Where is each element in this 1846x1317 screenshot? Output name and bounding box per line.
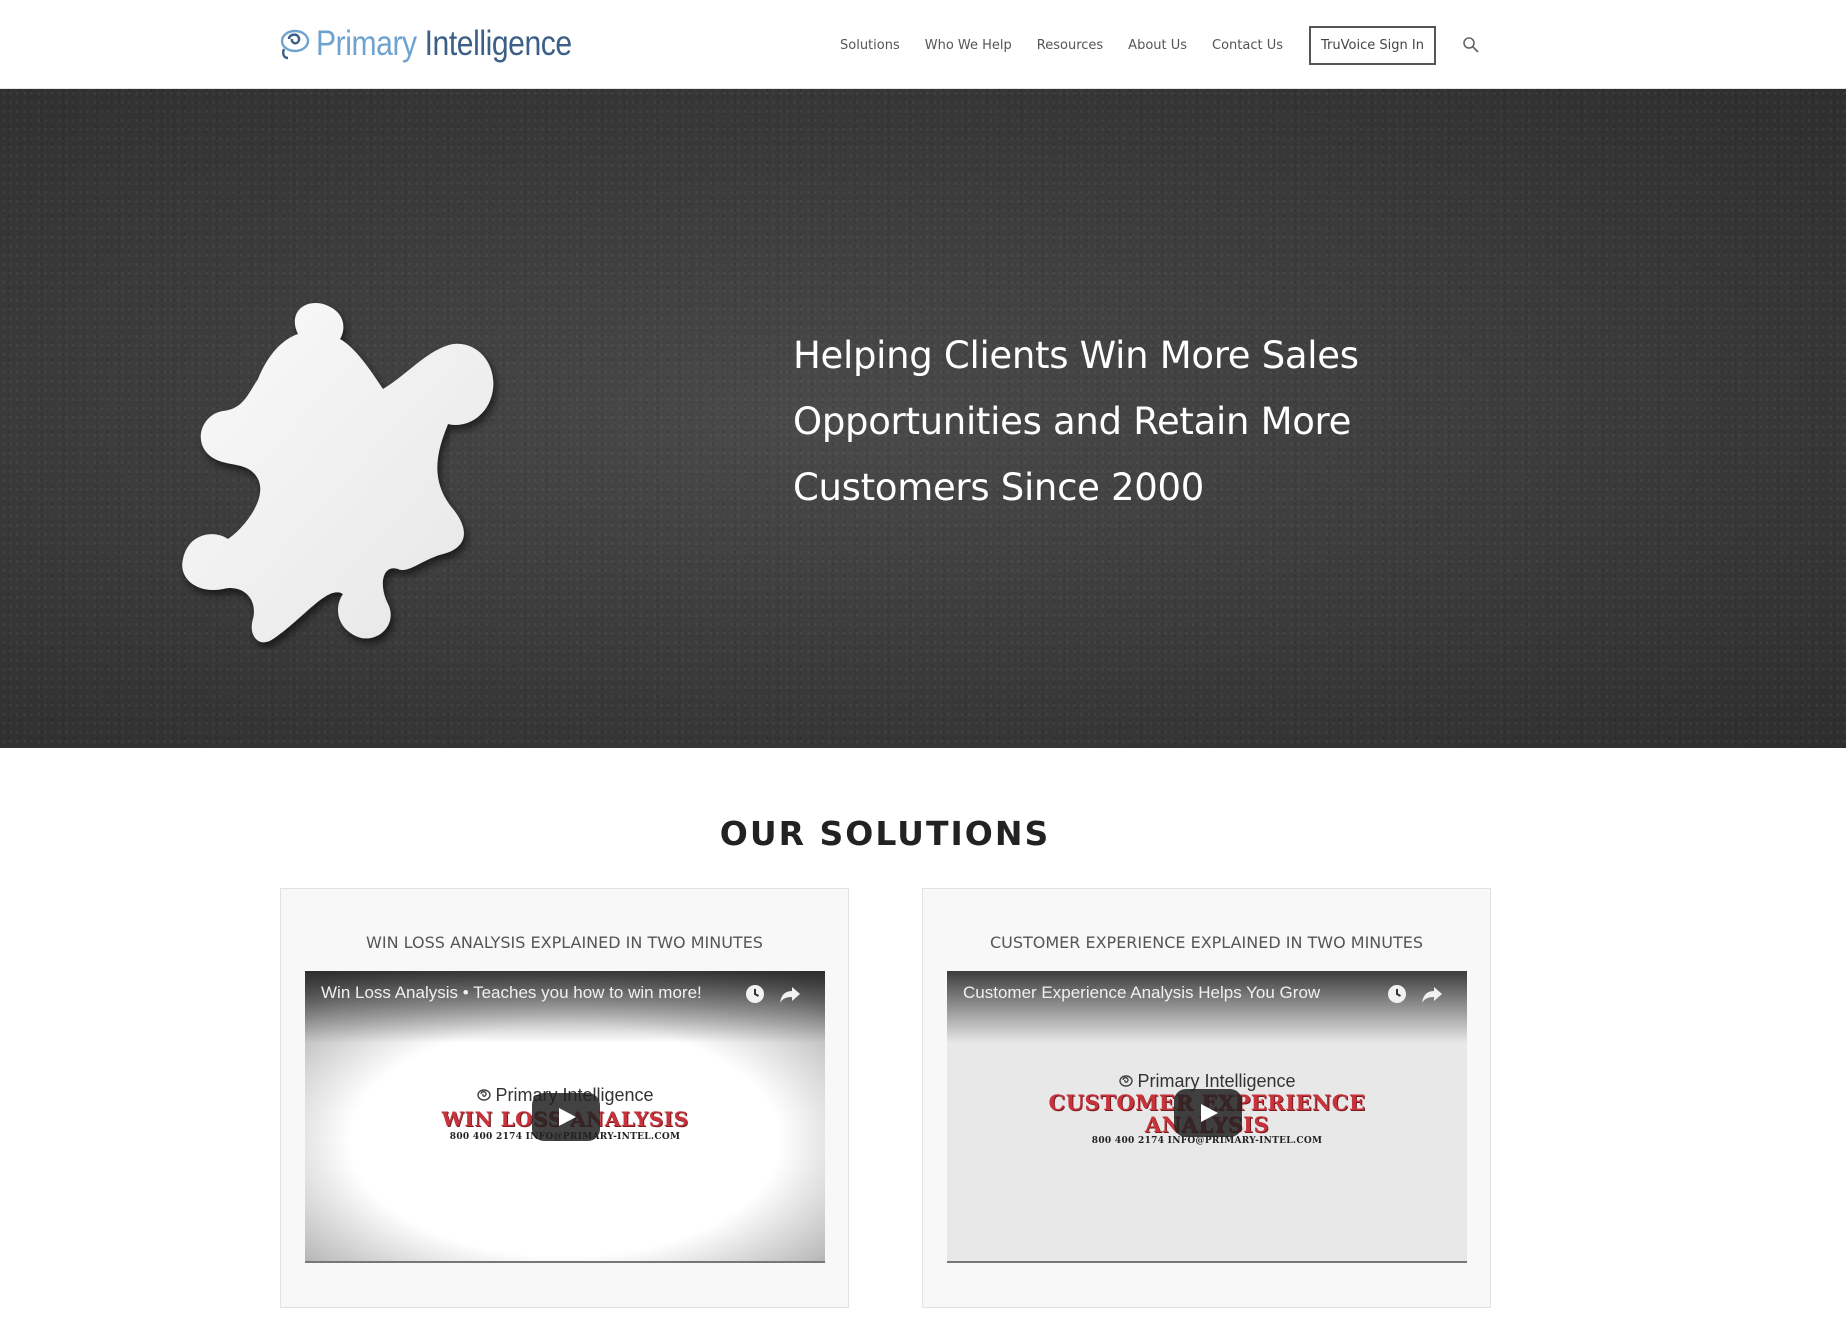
logo[interactable]: Primary Intelligence (278, 22, 613, 66)
solution-card-customer-experience: CUSTOMER EXPERIENCE EXPLAINED IN TWO MIN… (922, 888, 1491, 1308)
puzzle-piece-image (182, 303, 494, 643)
logo-icon (280, 29, 310, 60)
thumb-contact: 800 400 2174 INFO@PRIMARY-INTEL.COM (1091, 1136, 1323, 1146)
card-title: WIN LOSS ANALYSIS EXPLAINED IN TWO MINUT… (366, 933, 763, 952)
logo-text: Primary Intelligence (316, 24, 572, 64)
main-nav: Solutions Who We Help Resources About Us… (840, 24, 1480, 66)
nav-who-we-help[interactable]: Who We Help (925, 38, 1012, 53)
play-button[interactable] (1174, 1089, 1242, 1137)
video-border (947, 1261, 1467, 1263)
hero-headline: Helping Clients Win More Sales Opportuni… (793, 323, 1493, 521)
hero-line-3: Customers Since 2000 (793, 466, 1205, 509)
hero-banner: Helping Clients Win More Sales Opportuni… (0, 89, 1846, 748)
video-title[interactable]: Win Loss Analysis • Teaches you how to w… (321, 983, 702, 1003)
video-top-bar (947, 971, 1467, 1043)
video-top-bar (305, 971, 825, 1043)
share-icon[interactable] (779, 984, 801, 1004)
solution-card-win-loss: WIN LOSS ANALYSIS EXPLAINED IN TWO MINUT… (280, 888, 849, 1308)
video-title[interactable]: Customer Experience Analysis Helps You G… (963, 983, 1320, 1003)
truvoice-signin-button[interactable]: TruVoice Sign In (1309, 25, 1436, 65)
nav-contact-us[interactable]: Contact Us (1212, 38, 1283, 53)
solutions-heading: OUR SOLUTIONS (719, 814, 1051, 853)
brand-logo-icon (477, 1088, 492, 1101)
watch-later-icon[interactable] (745, 984, 765, 1004)
play-button[interactable] (532, 1093, 600, 1141)
video-border (305, 1261, 825, 1263)
brand-logo-icon (1119, 1074, 1134, 1087)
hero-line-1: Helping Clients Win More Sales (793, 334, 1359, 377)
logo-word-intelligence: Intelligence (424, 24, 573, 63)
nav-about-us[interactable]: About Us (1128, 38, 1187, 53)
watch-later-icon[interactable] (1387, 984, 1407, 1004)
nav-solutions[interactable]: Solutions (840, 38, 900, 53)
nav-resources[interactable]: Resources (1037, 38, 1103, 53)
search-icon[interactable] (1462, 36, 1480, 54)
site-header: Primary Intelligence Solutions Who We He… (0, 0, 1846, 89)
video-player-customer-experience[interactable]: Primary Intelligence CUSTOMER EXPERIENCE… (947, 971, 1467, 1263)
logo-word-primary: Primary (316, 24, 417, 63)
share-icon[interactable] (1421, 984, 1443, 1004)
hero-line-2: Opportunities and Retain More (793, 400, 1352, 443)
card-title: CUSTOMER EXPERIENCE EXPLAINED IN TWO MIN… (989, 933, 1424, 952)
video-player-win-loss[interactable]: Primary Intelligence WIN LOSS ANALYSIS 8… (305, 971, 825, 1263)
